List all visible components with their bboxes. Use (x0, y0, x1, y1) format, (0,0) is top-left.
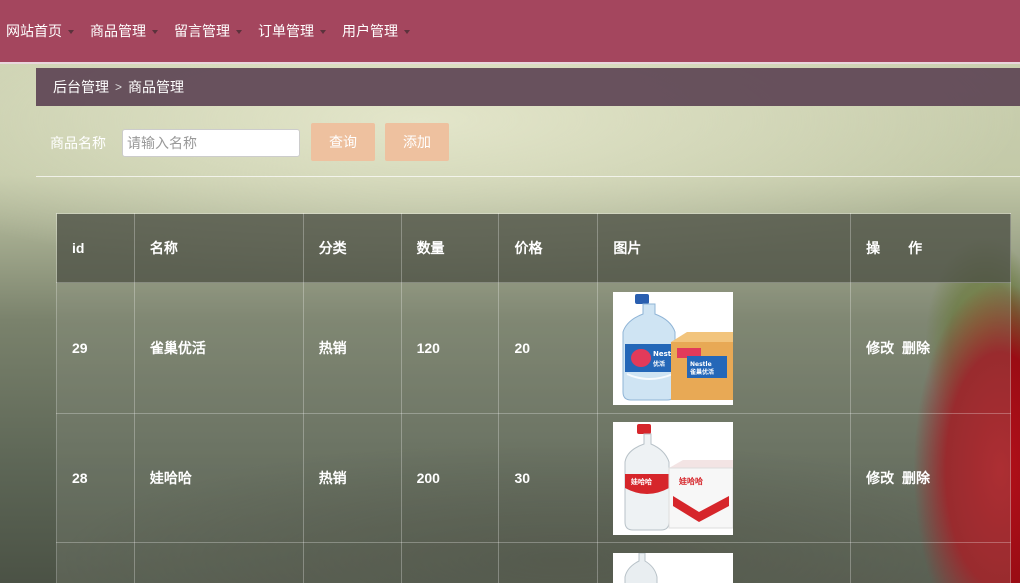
delete-link[interactable]: 删除 (902, 470, 930, 486)
cell-name (133, 542, 304, 583)
column-header-category: 分类 (302, 213, 402, 283)
cell-image: Nestle 优活 Nestle 雀巢优活 (597, 282, 852, 414)
cell-quantity: 120 (400, 282, 500, 414)
cell-price: 20 (498, 282, 599, 414)
cell-ops: 修改 删除 (850, 413, 1011, 543)
nav-item-home[interactable]: 网站首页 (6, 0, 74, 62)
search-bar: 商品名称 查询 添加 (36, 106, 1020, 177)
cell-id: 29 (56, 282, 135, 414)
top-nav: 网站首页 商品管理 留言管理 订单管理 用户管理 (0, 0, 1020, 64)
nav-item-label: 商品管理 (90, 23, 146, 39)
table-row: 29 雀巢优活 热销 120 20 Nestle 优活 Nestle 雀巢优活 … (56, 282, 1011, 414)
cell-id (56, 542, 135, 583)
nav-item-label: 订单管理 (258, 23, 314, 39)
breadcrumb: 后台管理 > 商品管理 (36, 68, 1020, 106)
cell-image: 娃哈哈 娃哈哈 (597, 413, 852, 543)
column-header-image: 图片 (597, 213, 852, 283)
cell-price: 30 (498, 413, 599, 543)
chevron-down-icon (404, 30, 410, 34)
svg-text:娃哈哈: 娃哈哈 (630, 477, 652, 486)
cell-name: 娃哈哈 (133, 413, 304, 543)
chevron-down-icon (236, 30, 242, 34)
svg-text:Nestle: Nestle (690, 361, 712, 368)
product-image: Nestle 优活 Nestle 雀巢优活 (613, 291, 734, 405)
table-row: 28 娃哈哈 热销 200 30 娃哈哈 娃哈哈 修改 删除 (56, 413, 1011, 543)
search-input[interactable] (122, 129, 300, 157)
nav-item-label: 网站首页 (6, 23, 62, 39)
table-header-row: id 名称 分类 数量 价格 图片 操 作 (56, 213, 1011, 283)
cell-name: 雀巢优活 (133, 282, 304, 414)
search-label: 商品名称 (50, 135, 106, 151)
svg-text:雀巢优活: 雀巢优活 (689, 368, 714, 376)
delete-link[interactable]: 删除 (902, 340, 930, 356)
column-header-price: 价格 (498, 213, 599, 283)
svg-text:优活: 优活 (653, 360, 665, 368)
column-header-quantity: 数量 (400, 213, 500, 283)
cell-price (498, 542, 599, 583)
nav-item-messages[interactable]: 留言管理 (174, 0, 242, 62)
breadcrumb-current: 商品管理 (128, 79, 185, 95)
edit-link[interactable]: 修改 (866, 340, 894, 356)
nav-item-products[interactable]: 商品管理 (90, 0, 158, 62)
cell-category: 热销 (302, 413, 402, 543)
table-row (56, 542, 1011, 583)
edit-link[interactable]: 修改 (866, 470, 894, 486)
cell-quantity (400, 542, 500, 583)
nav-item-orders[interactable]: 订单管理 (258, 0, 326, 62)
cell-ops (850, 542, 1011, 583)
nav-item-users[interactable]: 用户管理 (342, 0, 410, 62)
cell-category: 热销 (302, 282, 402, 414)
product-image (613, 553, 734, 583)
cell-category (302, 542, 402, 583)
nav-item-label: 留言管理 (174, 23, 230, 39)
add-button[interactable]: 添加 (385, 123, 449, 161)
query-button[interactable]: 查询 (311, 123, 375, 161)
product-table: id 名称 分类 数量 价格 图片 操 作 29 雀巢优活 热销 120 20 (56, 213, 1011, 583)
chevron-down-icon (68, 30, 74, 34)
breadcrumb-root[interactable]: 后台管理 (53, 77, 109, 97)
chevron-down-icon (320, 30, 326, 34)
cell-id: 28 (56, 413, 135, 543)
cell-quantity: 200 (400, 413, 500, 543)
nav-item-label: 用户管理 (342, 23, 398, 39)
product-image: 娃哈哈 娃哈哈 (613, 421, 734, 535)
cell-ops: 修改 删除 (850, 282, 1011, 414)
chevron-right-icon: > (115, 80, 123, 94)
column-header-id: id (56, 213, 135, 283)
column-header-ops: 操 作 (850, 213, 1011, 283)
svg-text:娃哈哈: 娃哈哈 (678, 476, 703, 486)
cell-image (597, 542, 852, 583)
chevron-down-icon (152, 30, 158, 34)
column-header-name: 名称 (133, 213, 304, 283)
